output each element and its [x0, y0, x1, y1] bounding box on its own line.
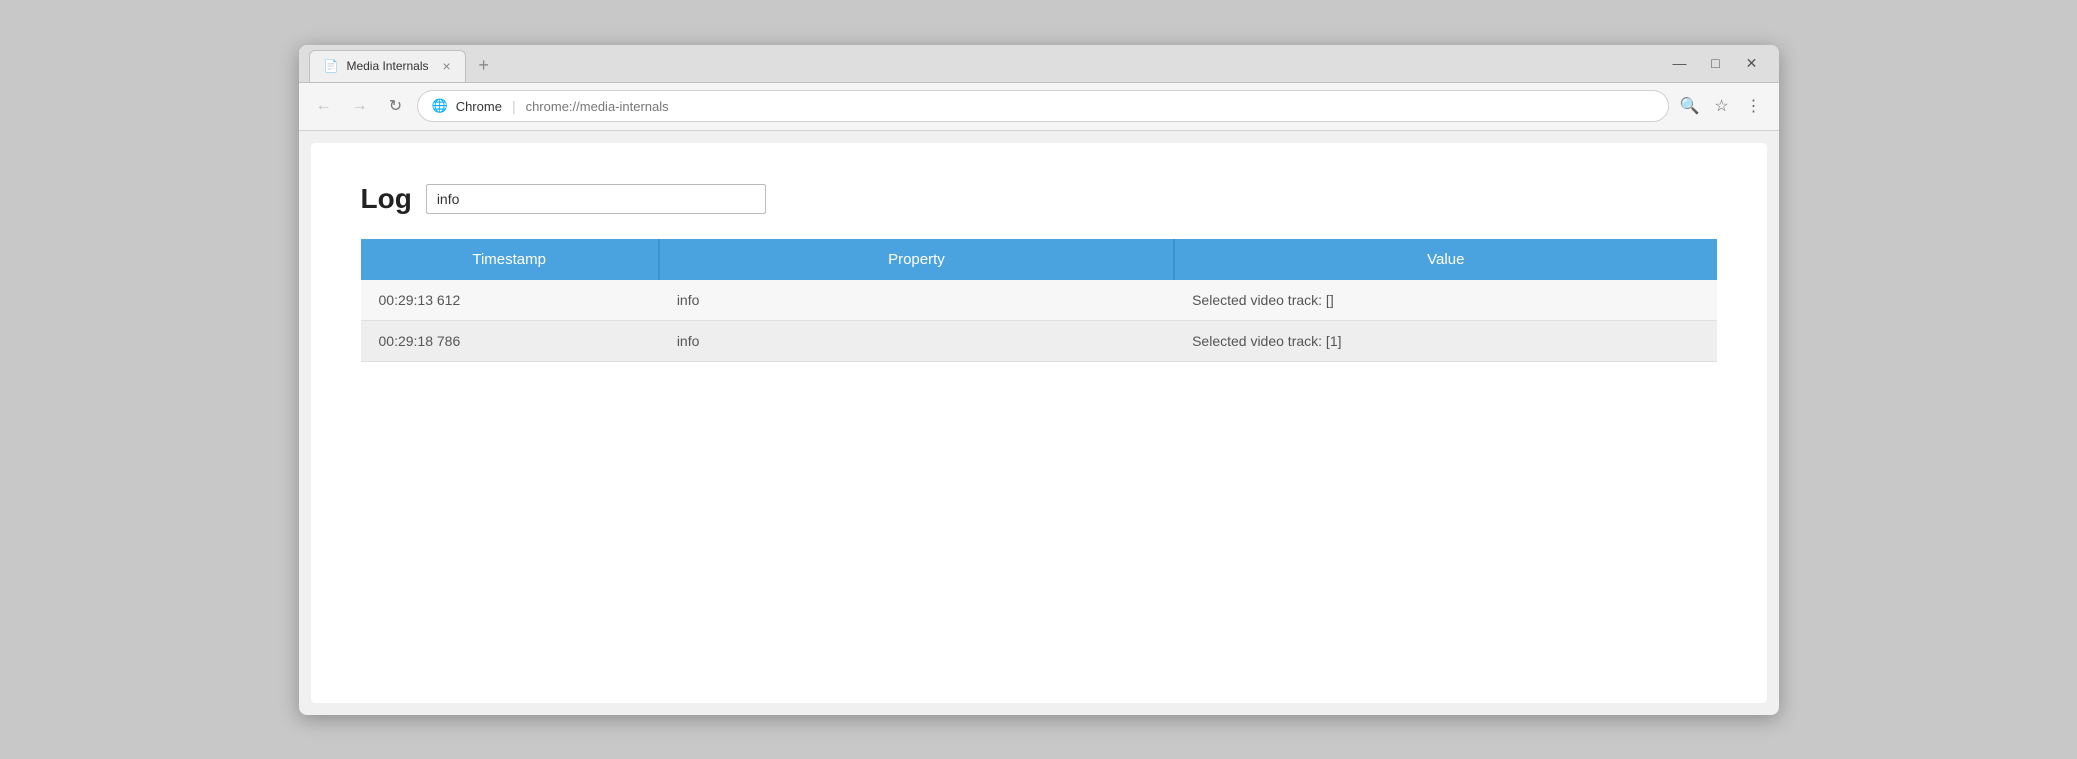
cell-property-1: info [659, 320, 1174, 361]
window-controls: — □ ✕ [1663, 46, 1779, 80]
address-bar: ← → ↻ 🌐 Chrome | chrome://media-internal… [299, 83, 1779, 131]
cell-value-0: Selected video track: [] [1174, 280, 1716, 321]
table-header: Timestamp Property Value [361, 239, 1717, 280]
url-separator: | [512, 98, 516, 114]
table-row: 00:29:18 786 info Selected video track: … [361, 320, 1717, 361]
table-row: 00:29:13 612 info Selected video track: … [361, 280, 1717, 321]
cell-timestamp-1: 00:29:18 786 [361, 320, 659, 361]
new-tab-button[interactable]: + [470, 52, 498, 80]
table-body: 00:29:13 612 info Selected video track: … [361, 280, 1717, 362]
cell-timestamp-0: 00:29:13 612 [361, 280, 659, 321]
close-button[interactable]: ✕ [1735, 46, 1769, 80]
browser-window: 📄 Media Internals × + — □ ✕ ← → ↻ 🌐 Chro… [299, 45, 1779, 715]
toolbar-right: 🔍 ☆ ⋮ [1675, 91, 1769, 121]
url-path: chrome://media-internals [526, 99, 669, 114]
menu-button[interactable]: ⋮ [1739, 91, 1769, 121]
log-section: Log Timestamp Property Value 00:29:13 61… [361, 183, 1717, 362]
title-bar: 📄 Media Internals × + — □ ✕ [299, 45, 1779, 83]
tab-close-button[interactable]: × [443, 59, 451, 73]
log-table: Timestamp Property Value 00:29:13 612 in… [361, 239, 1717, 362]
bookmark-button[interactable]: ☆ [1707, 91, 1737, 121]
tab-strip: 📄 Media Internals × + [299, 45, 1663, 82]
minimize-button[interactable]: — [1663, 46, 1697, 80]
page-content: Log Timestamp Property Value 00:29:13 61… [311, 143, 1767, 703]
forward-button[interactable]: → [345, 91, 375, 121]
reload-button[interactable]: ↻ [381, 91, 411, 121]
search-button[interactable]: 🔍 [1675, 91, 1705, 121]
url-bar[interactable]: 🌐 Chrome | chrome://media-internals [417, 90, 1669, 122]
url-site: Chrome [456, 99, 502, 114]
cell-value-1: Selected video track: [1] [1174, 320, 1716, 361]
column-header-value: Value [1174, 239, 1716, 280]
column-header-timestamp: Timestamp [361, 239, 659, 280]
active-tab[interactable]: 📄 Media Internals × [309, 50, 466, 82]
cell-property-0: info [659, 280, 1174, 321]
tab-title: Media Internals [346, 59, 428, 73]
log-header: Log [361, 183, 1717, 215]
column-header-property: Property [659, 239, 1174, 280]
maximize-button[interactable]: □ [1699, 46, 1733, 80]
back-button[interactable]: ← [309, 91, 339, 121]
secure-icon: 🌐 [432, 98, 448, 114]
log-filter-input[interactable] [426, 184, 766, 214]
tab-page-icon: 📄 [324, 59, 339, 73]
log-label: Log [361, 183, 412, 215]
